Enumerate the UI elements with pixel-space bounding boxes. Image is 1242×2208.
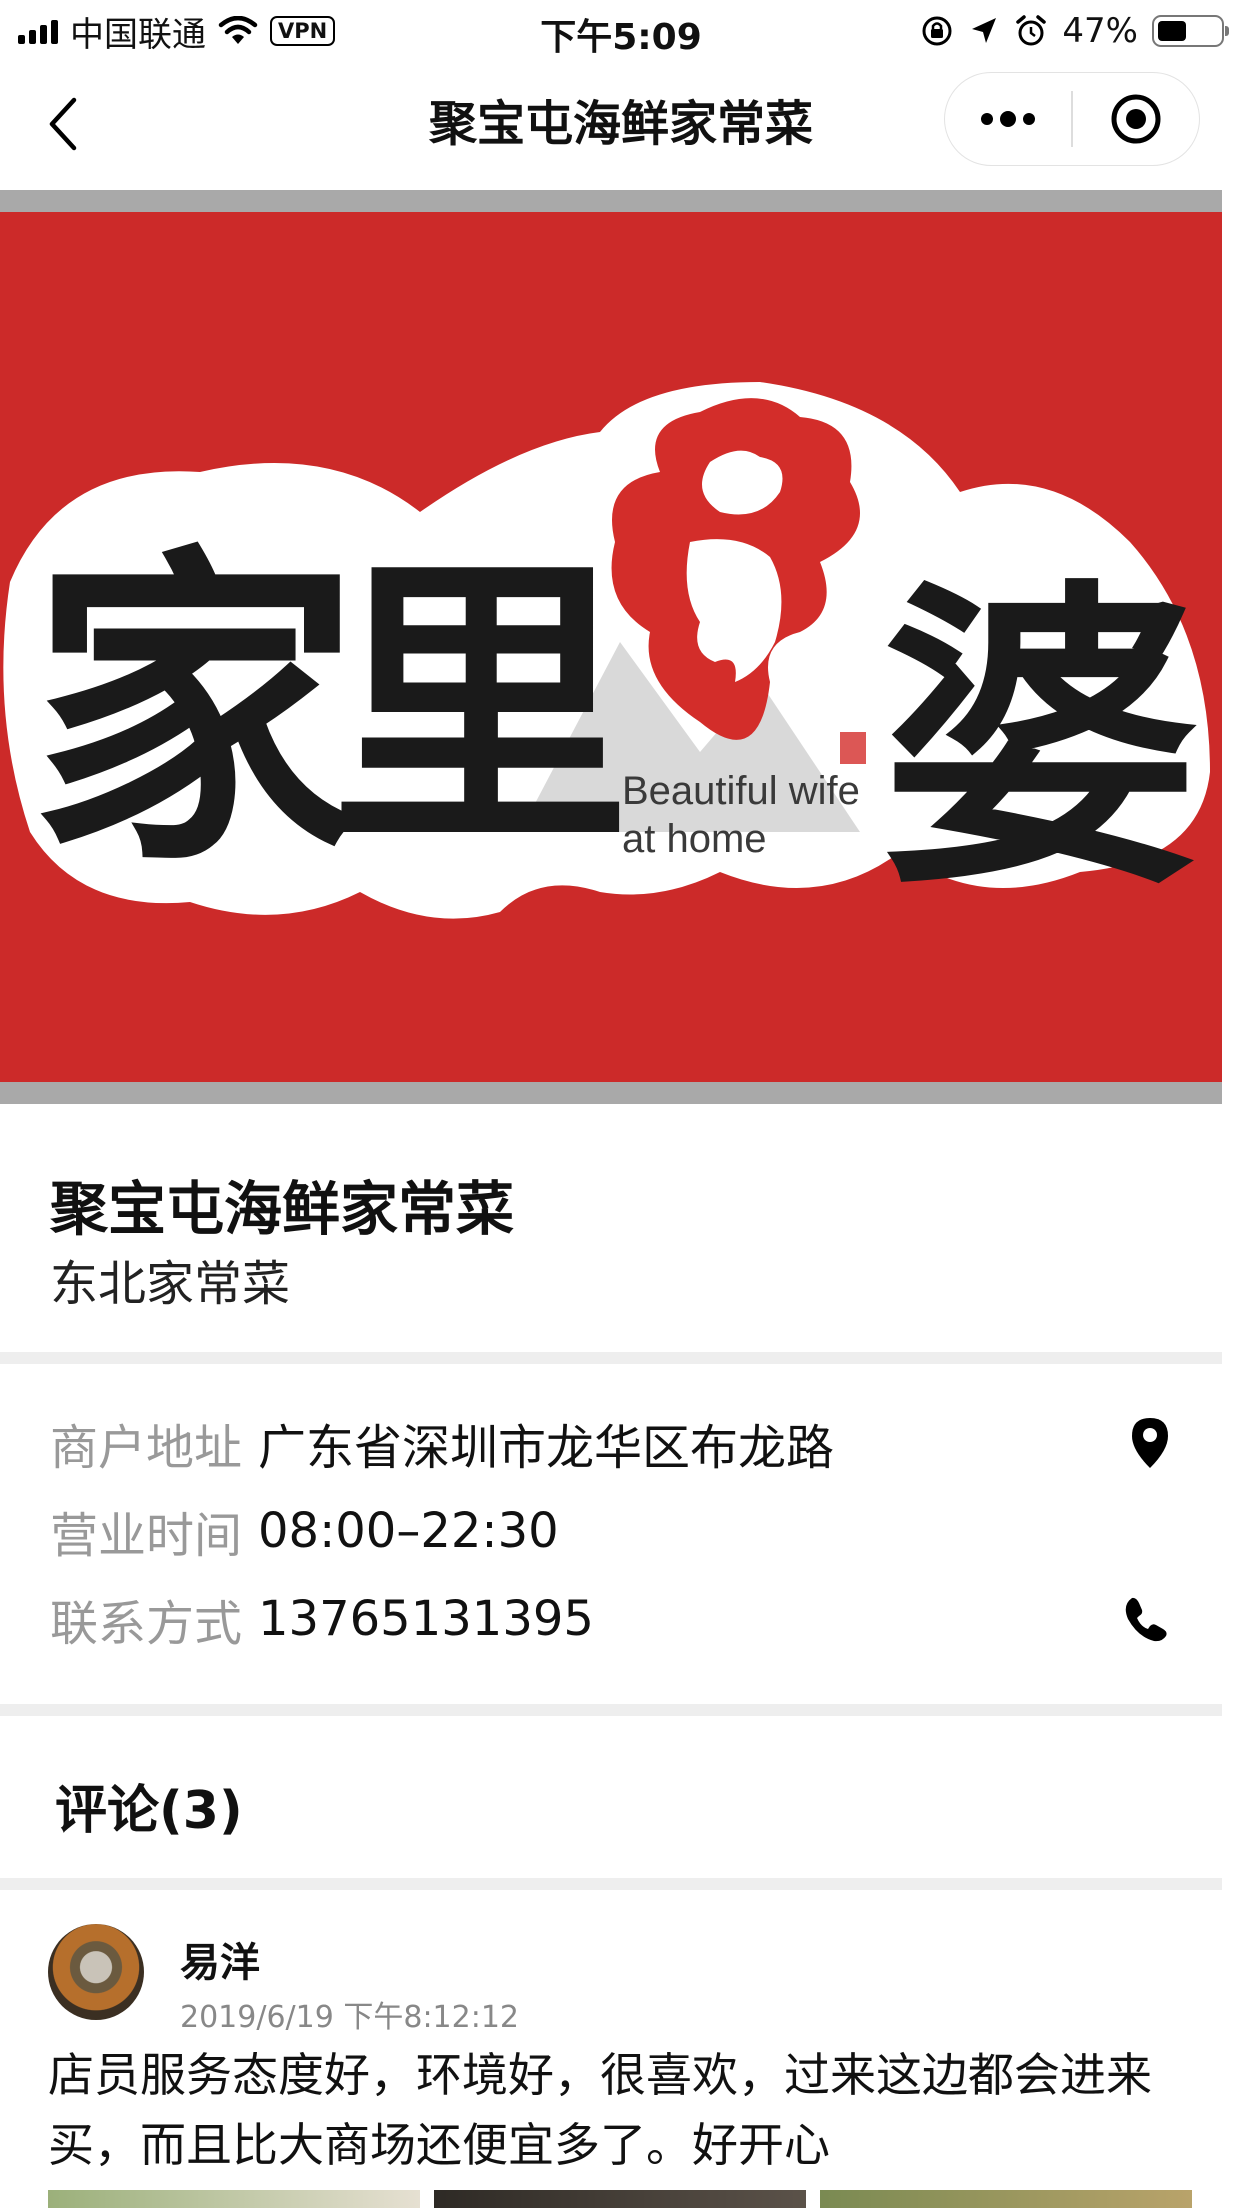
reviews-title: 评论(3): [55, 1781, 243, 1841]
hours-value: 08:00–22:30: [258, 1503, 559, 1559]
address-value: 广东省深圳市龙华区布龙路: [258, 1420, 835, 1476]
avatar[interactable]: [48, 1924, 144, 2020]
section-divider: [0, 1352, 1222, 1364]
logo-english-line-1: Beautiful wife: [622, 769, 860, 813]
address-row[interactable]: 商户地址 广东省深圳市龙华区布龙路: [50, 1408, 1190, 1478]
store-name: 聚宝屯海鲜家常菜: [50, 1175, 515, 1243]
logo-char-2: 里: [330, 530, 630, 883]
logo-char-1: 家: [30, 517, 360, 905]
banner-frame: 家 里 婆 Beautiful wife at home: [0, 190, 1222, 1104]
review-text: 店员服务态度好，环境好，很喜欢，过来这边都会进来买，而且比大商场还便宜多了。好开…: [48, 2048, 1152, 2172]
status-bar: 中国联通 VPN 下午5:09 47%: [0, 0, 1242, 62]
close-mini-program-button[interactable]: [1073, 73, 1199, 165]
phone-value: 13765131395: [258, 1591, 594, 1647]
more-dots-icon: [981, 111, 1036, 127]
section-divider: [0, 1704, 1222, 1716]
address-label: 商户地址: [50, 1420, 243, 1476]
store-banner[interactable]: 家 里 婆 Beautiful wife at home: [0, 212, 1222, 1082]
phone-icon[interactable]: [1122, 1584, 1170, 1654]
store-logo: 家 里 婆 Beautiful wife at home: [3, 382, 1210, 928]
hours-row: 营业时间 08:00–22:30: [50, 1496, 1190, 1566]
target-circle-icon: [1111, 94, 1161, 144]
store-header: 聚宝屯海鲜家常菜 东北家常菜: [0, 1104, 1222, 1352]
logo-english-line-2: at home: [622, 817, 767, 861]
review-photo[interactable]: [434, 2190, 806, 2208]
section-divider: [0, 1878, 1222, 1890]
hours-label: 营业时间: [50, 1508, 243, 1564]
battery-percent: 47%: [1062, 11, 1138, 51]
phone-row[interactable]: 联系方式 13765131395: [50, 1584, 1190, 1654]
store-info: 商户地址 广东省深圳市龙华区布龙路 营业时间 08:00–22:30 联系方式 …: [0, 1364, 1222, 1704]
orientation-lock-icon: [922, 16, 952, 46]
reviews-header: 评论(3): [0, 1716, 1222, 1878]
logo-char-3: 婆: [880, 553, 1200, 928]
more-button[interactable]: [945, 73, 1071, 165]
status-bar-right: 47%: [920, 10, 1229, 52]
store-category: 东北家常菜: [50, 1256, 291, 1312]
review-time: 2019/6/19 下午8:12:12: [180, 2000, 520, 2035]
alarm-icon: [1016, 15, 1047, 46]
mini-program-capsule: [944, 72, 1200, 166]
review-photo[interactable]: [48, 2190, 420, 2208]
location-arrow-icon: [972, 18, 997, 43]
location-pin-icon[interactable]: [1130, 1408, 1170, 1478]
review-photos: [48, 2190, 1192, 2208]
review-item: 易洋 2019/6/19 下午8:12:12 店员服务态度好，环境好，很喜欢，过…: [0, 1890, 1222, 2208]
nav-bar: 聚宝屯海鲜家常菜: [0, 62, 1242, 190]
battery-icon: [1152, 15, 1229, 47]
review-photo[interactable]: [820, 2190, 1192, 2208]
phone-label: 联系方式: [50, 1596, 243, 1652]
reviewer-name: 易洋: [180, 1940, 260, 1986]
battery-level: [1158, 21, 1186, 41]
